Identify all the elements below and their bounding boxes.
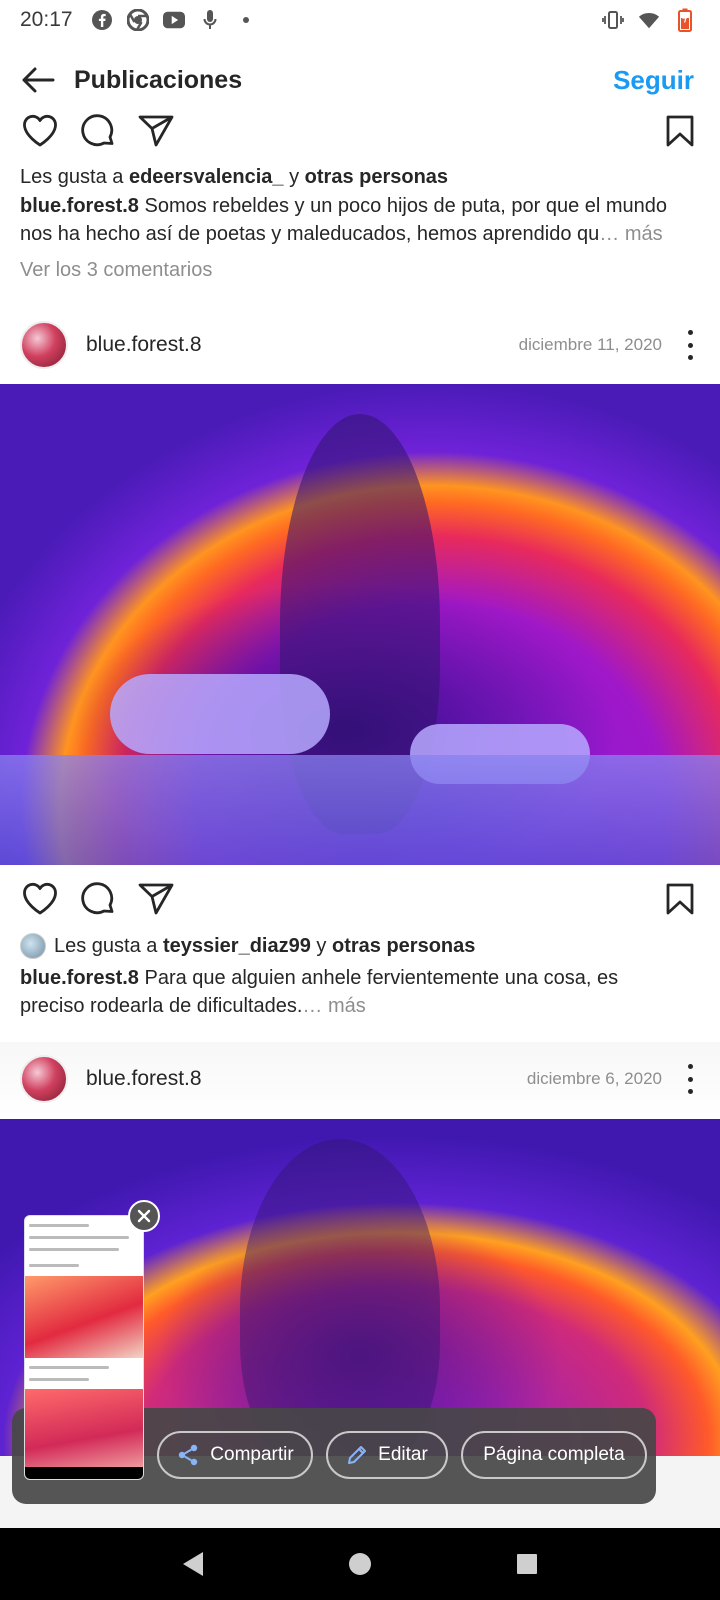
avatar[interactable] [20, 1055, 68, 1103]
mic-icon [199, 9, 221, 31]
caption-username[interactable]: blue.forest.8 [20, 967, 139, 989]
post-actions-row [0, 106, 720, 156]
system-navigation-bar [0, 1528, 720, 1600]
post-caption: blue.forest.8 Somos rebeldes y un poco h… [20, 192, 690, 248]
avatar[interactable] [20, 321, 68, 369]
post-username[interactable]: blue.forest.8 [86, 333, 202, 357]
like-button[interactable] [20, 879, 60, 919]
share-button[interactable] [136, 879, 176, 919]
likes-others-link[interactable]: otras personas [305, 166, 448, 189]
likes-others-link[interactable]: otras personas [332, 935, 475, 958]
follow-button[interactable]: Seguir [613, 65, 694, 96]
thumb-nav-bar [25, 1467, 143, 1479]
likes-user-link[interactable]: edeersvalencia_ [129, 166, 284, 189]
likes-join: y [283, 166, 305, 188]
post-username[interactable]: blue.forest.8 [86, 1067, 202, 1091]
share-label: Compartir [210, 1444, 294, 1465]
likes-line: Les gusta a edeersvalencia_ y otras pers… [20, 166, 448, 189]
post-header: blue.forest.8 diciembre 6, 2020 [0, 1042, 720, 1116]
square-recents-icon [516, 1554, 537, 1574]
bookmark-icon [666, 883, 694, 915]
likes-user-link[interactable]: teyssier_diaz99 [163, 935, 311, 958]
comment-icon [81, 882, 114, 915]
thumb-image [25, 1389, 143, 1469]
share-screenshot-button[interactable]: Compartir [157, 1431, 313, 1479]
save-button[interactable] [660, 111, 700, 151]
image-bed [0, 755, 720, 865]
liker-avatar[interactable] [20, 933, 46, 959]
send-icon [138, 115, 174, 147]
likes-line: Les gusta a teyssier_diaz99 y otras pers… [20, 933, 475, 959]
heart-icon [23, 882, 57, 915]
wifi-icon [638, 9, 660, 31]
thumb-line [29, 1366, 109, 1369]
back-arrow-icon [22, 67, 55, 93]
share-button[interactable] [136, 111, 176, 151]
post-caption: blue.forest.8 Para que alguien anhele fe… [20, 964, 660, 1020]
comment-button[interactable] [78, 879, 118, 919]
post-header: blue.forest.8 diciembre 11, 2020 [0, 308, 720, 382]
more-link[interactable]: … más [302, 995, 365, 1017]
edit-label: Editar [378, 1444, 428, 1465]
close-overlay-button[interactable] [128, 1200, 160, 1232]
facebook-icon [91, 9, 113, 31]
system-home-button[interactable] [340, 1544, 380, 1584]
page-title: Publicaciones [74, 65, 243, 94]
share-icon [179, 1444, 198, 1466]
thumb-line [29, 1264, 79, 1267]
like-button[interactable] [20, 111, 60, 151]
circle-home-icon [348, 1553, 371, 1575]
likes-prefix: Les gusta a [20, 166, 129, 188]
image-pillow [110, 674, 330, 754]
thumb-line [29, 1248, 119, 1251]
full-page-label: Página completa [483, 1444, 625, 1465]
caption-username[interactable]: blue.forest.8 [20, 195, 139, 217]
chrome-icon [126, 9, 149, 31]
likes-prefix: Les gusta a [54, 934, 163, 957]
system-recents-button[interactable] [507, 1544, 547, 1584]
screenshot-thumbnail[interactable] [24, 1215, 144, 1480]
battery-icon [674, 8, 696, 32]
post-actions-row [0, 874, 720, 924]
thumb-line [29, 1236, 129, 1239]
heart-icon [23, 114, 57, 147]
view-comments-link[interactable]: Ver los 3 comentarios [20, 259, 212, 282]
more-link[interactable]: … más [599, 223, 662, 245]
send-icon [138, 883, 174, 915]
status-time: 20:17 [20, 8, 73, 31]
bookmark-icon [666, 115, 694, 147]
thumb-line [29, 1378, 89, 1381]
back-button[interactable] [18, 60, 58, 100]
post-date: diciembre 6, 2020 [526, 1069, 662, 1088]
comment-button[interactable] [78, 111, 118, 151]
comment-icon [81, 114, 114, 147]
dot-icon [235, 9, 257, 31]
triangle-back-icon [183, 1552, 204, 1576]
more-options-icon[interactable] [680, 330, 700, 360]
pencil-icon [348, 1446, 367, 1464]
full-page-screenshot-button[interactable]: Página completa [461, 1431, 647, 1479]
save-button[interactable] [660, 879, 700, 919]
app-header: Publicaciones Seguir [0, 52, 720, 108]
youtube-icon [162, 9, 185, 31]
more-options-icon[interactable] [680, 1064, 700, 1094]
close-icon [137, 1209, 151, 1223]
vibrate-icon [602, 9, 624, 31]
likes-join: y [310, 934, 332, 957]
post-date: diciembre 11, 2020 [518, 335, 662, 354]
post-image[interactable] [0, 384, 720, 865]
system-back-button[interactable] [173, 1544, 213, 1584]
edit-screenshot-button[interactable]: Editar [326, 1431, 448, 1479]
thumb-line [29, 1224, 89, 1227]
status-bar: 20:17 [0, 0, 720, 40]
thumb-image [25, 1276, 143, 1358]
